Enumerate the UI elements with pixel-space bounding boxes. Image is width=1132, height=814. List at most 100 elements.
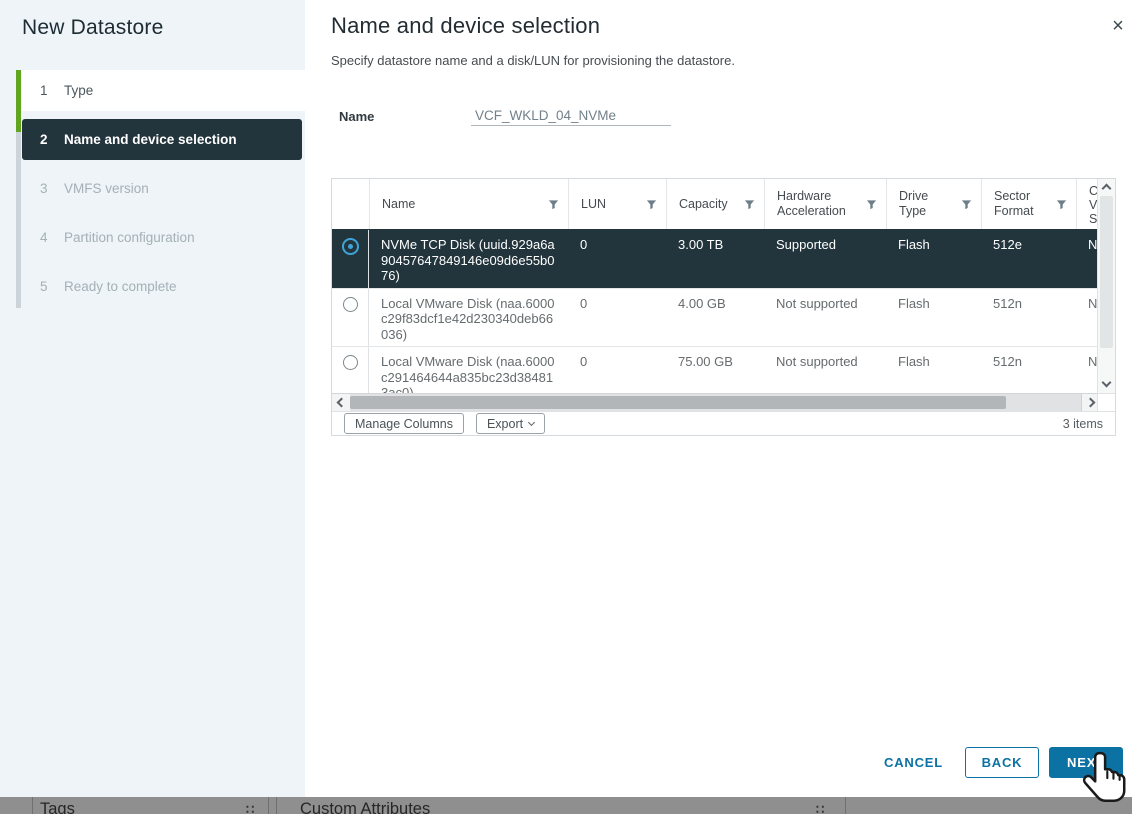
scroll-right-icon — [1086, 398, 1096, 408]
column-header-label: Sector Format — [994, 189, 1052, 219]
manage-columns-button[interactable]: Manage Columns — [344, 413, 464, 434]
cell-drive_type: Flash — [886, 230, 981, 288]
wizard-steps: 1 Type 2 Name and device selection 3 VMFS ver… — [22, 70, 305, 315]
grid-body: NVMe TCP Disk (uuid.929a6a90457647849146… — [332, 229, 1098, 405]
scroll-left-button[interactable] — [332, 394, 350, 411]
grid-footer: Manage Columns Export 3 items — [332, 411, 1115, 435]
wizard-actions: CANCEL BACK NEXT — [884, 747, 1123, 778]
column-header-label: Hardware Acceleration — [777, 189, 862, 219]
radio-column-header — [332, 179, 369, 229]
horizontal-scroll-thumb[interactable] — [350, 396, 1006, 409]
step-label: Ready to complete — [64, 279, 177, 294]
panel-divider — [32, 797, 33, 814]
custom-attributes-panel-title: Custom Attributes — [300, 800, 430, 814]
drag-handle-icon: ∷ — [816, 802, 825, 814]
cell-hw_accel: Supported — [764, 230, 886, 288]
step-number: 5 — [40, 279, 52, 294]
filter-icon[interactable] — [1056, 199, 1067, 210]
column-header-drive_type[interactable]: Drive Type — [886, 179, 981, 229]
filter-icon[interactable] — [744, 199, 755, 210]
wizard-sidebar: New Datastore 1 Type 2 Name and device sele… — [0, 0, 305, 797]
datastore-name-input[interactable] — [471, 106, 671, 126]
column-header-label: Name — [382, 197, 415, 212]
close-icon[interactable]: × — [1104, 12, 1132, 40]
dimmed-background: Tags ∷ Custom Attributes ∷ — [0, 797, 1132, 814]
column-header-lun[interactable]: LUN — [568, 179, 666, 229]
cell-drive_type: Flash — [886, 289, 981, 347]
next-button[interactable]: NEXT — [1049, 747, 1123, 778]
column-header-sector_format[interactable]: Sector Format — [981, 179, 1076, 229]
page-subtitle: Specify datastore name and a disk/LUN fo… — [331, 53, 735, 68]
scroll-down-icon[interactable] — [1102, 378, 1112, 388]
step-number: 4 — [40, 230, 52, 245]
step-number: 2 — [40, 132, 52, 147]
cell-clustered: No — [1076, 289, 1099, 347]
column-header-clustered[interactable]: ClusteredVMDKSupported — [1076, 179, 1099, 229]
cell-capacity: 3.00 TB — [666, 230, 764, 288]
radio-cell — [332, 230, 369, 288]
back-button[interactable]: BACK — [965, 747, 1039, 778]
device-row[interactable]: NVMe TCP Disk (uuid.929a6a90457647849146… — [332, 229, 1098, 288]
drag-handle-icon: ∷ — [246, 802, 255, 814]
step-number: 3 — [40, 181, 52, 196]
manage-columns-label: Manage Columns — [355, 417, 453, 431]
name-form-row: Name — [339, 106, 671, 126]
wizard-step-1[interactable]: 1 Type — [22, 70, 305, 111]
step-label: Partition configuration — [64, 230, 195, 245]
device-radio-selected[interactable] — [342, 238, 359, 255]
name-label: Name — [339, 106, 471, 124]
column-header-capacity[interactable]: Capacity — [666, 179, 764, 229]
filter-icon[interactable] — [548, 199, 559, 210]
column-header-label: Drive Type — [899, 189, 957, 219]
panel-divider — [845, 797, 846, 814]
scroll-left-icon — [336, 398, 346, 408]
wizard-title: New Datastore — [22, 16, 164, 40]
device-grid: Name LUN Capacity Hardware Acceleration Driv… — [331, 178, 1116, 436]
screen: New Datastore 1 Type 2 Name and device sele… — [0, 0, 1132, 814]
panel-divider — [276, 797, 277, 814]
new-datastore-dialog: New Datastore 1 Type 2 Name and device sele… — [0, 0, 1132, 797]
step-label: Type — [64, 83, 93, 98]
tags-panel-title: Tags — [40, 800, 75, 814]
page-title: Name and device selection — [331, 13, 600, 39]
vertical-scroll-thumb[interactable] — [1100, 196, 1113, 348]
cell-capacity: 4.00 GB — [666, 289, 764, 347]
column-header-hw_accel[interactable]: Hardware Acceleration — [764, 179, 886, 229]
wizard-step-5: 5 Ready to complete — [22, 266, 305, 307]
scrollbar-corner — [1097, 393, 1115, 411]
column-header-name[interactable]: Name — [369, 179, 568, 229]
filter-icon[interactable] — [961, 199, 972, 210]
step-label: VMFS version — [64, 181, 149, 196]
filter-icon[interactable] — [866, 199, 877, 210]
column-header-label: LUN — [581, 197, 606, 212]
step-label: Name and device selection — [64, 132, 237, 147]
cell-name: Local VMware Disk (naa.6000c29f83dcf1e42… — [369, 289, 568, 347]
step-number: 1 — [40, 83, 52, 98]
step-progress-bar-remaining — [16, 132, 21, 308]
device-radio[interactable] — [343, 297, 358, 312]
cell-lun: 0 — [568, 289, 666, 347]
export-button[interactable]: Export — [476, 413, 545, 434]
chevron-down-icon — [528, 419, 535, 426]
step-progress-bar-completed — [16, 70, 21, 132]
wizard-step-2[interactable]: 2 Name and device selection — [22, 119, 302, 160]
cancel-button[interactable]: CANCEL — [884, 755, 943, 770]
horizontal-scrollbar[interactable] — [332, 393, 1099, 411]
vertical-scrollbar[interactable] — [1097, 179, 1115, 393]
export-label: Export — [487, 417, 523, 431]
device-row[interactable]: Local VMware Disk (naa.6000c29f83dcf1e42… — [332, 288, 1098, 347]
panel-divider — [268, 797, 269, 814]
cell-hw_accel: Not supported — [764, 289, 886, 347]
scroll-up-icon[interactable] — [1102, 184, 1112, 194]
wizard-step-4: 4 Partition configuration — [22, 217, 305, 258]
wizard-step-3: 3 VMFS version — [22, 168, 305, 209]
cell-sector_format: 512e — [981, 230, 1076, 288]
radio-cell — [332, 289, 369, 347]
items-count: 3 items — [1063, 417, 1103, 431]
grid-header: Name LUN Capacity Hardware Acceleration Driv… — [332, 179, 1098, 229]
column-header-label: Capacity — [679, 197, 728, 212]
cell-sector_format: 512n — [981, 289, 1076, 347]
filter-icon[interactable] — [646, 199, 657, 210]
device-radio[interactable] — [343, 355, 358, 370]
cell-name: NVMe TCP Disk (uuid.929a6a90457647849146… — [369, 230, 568, 288]
